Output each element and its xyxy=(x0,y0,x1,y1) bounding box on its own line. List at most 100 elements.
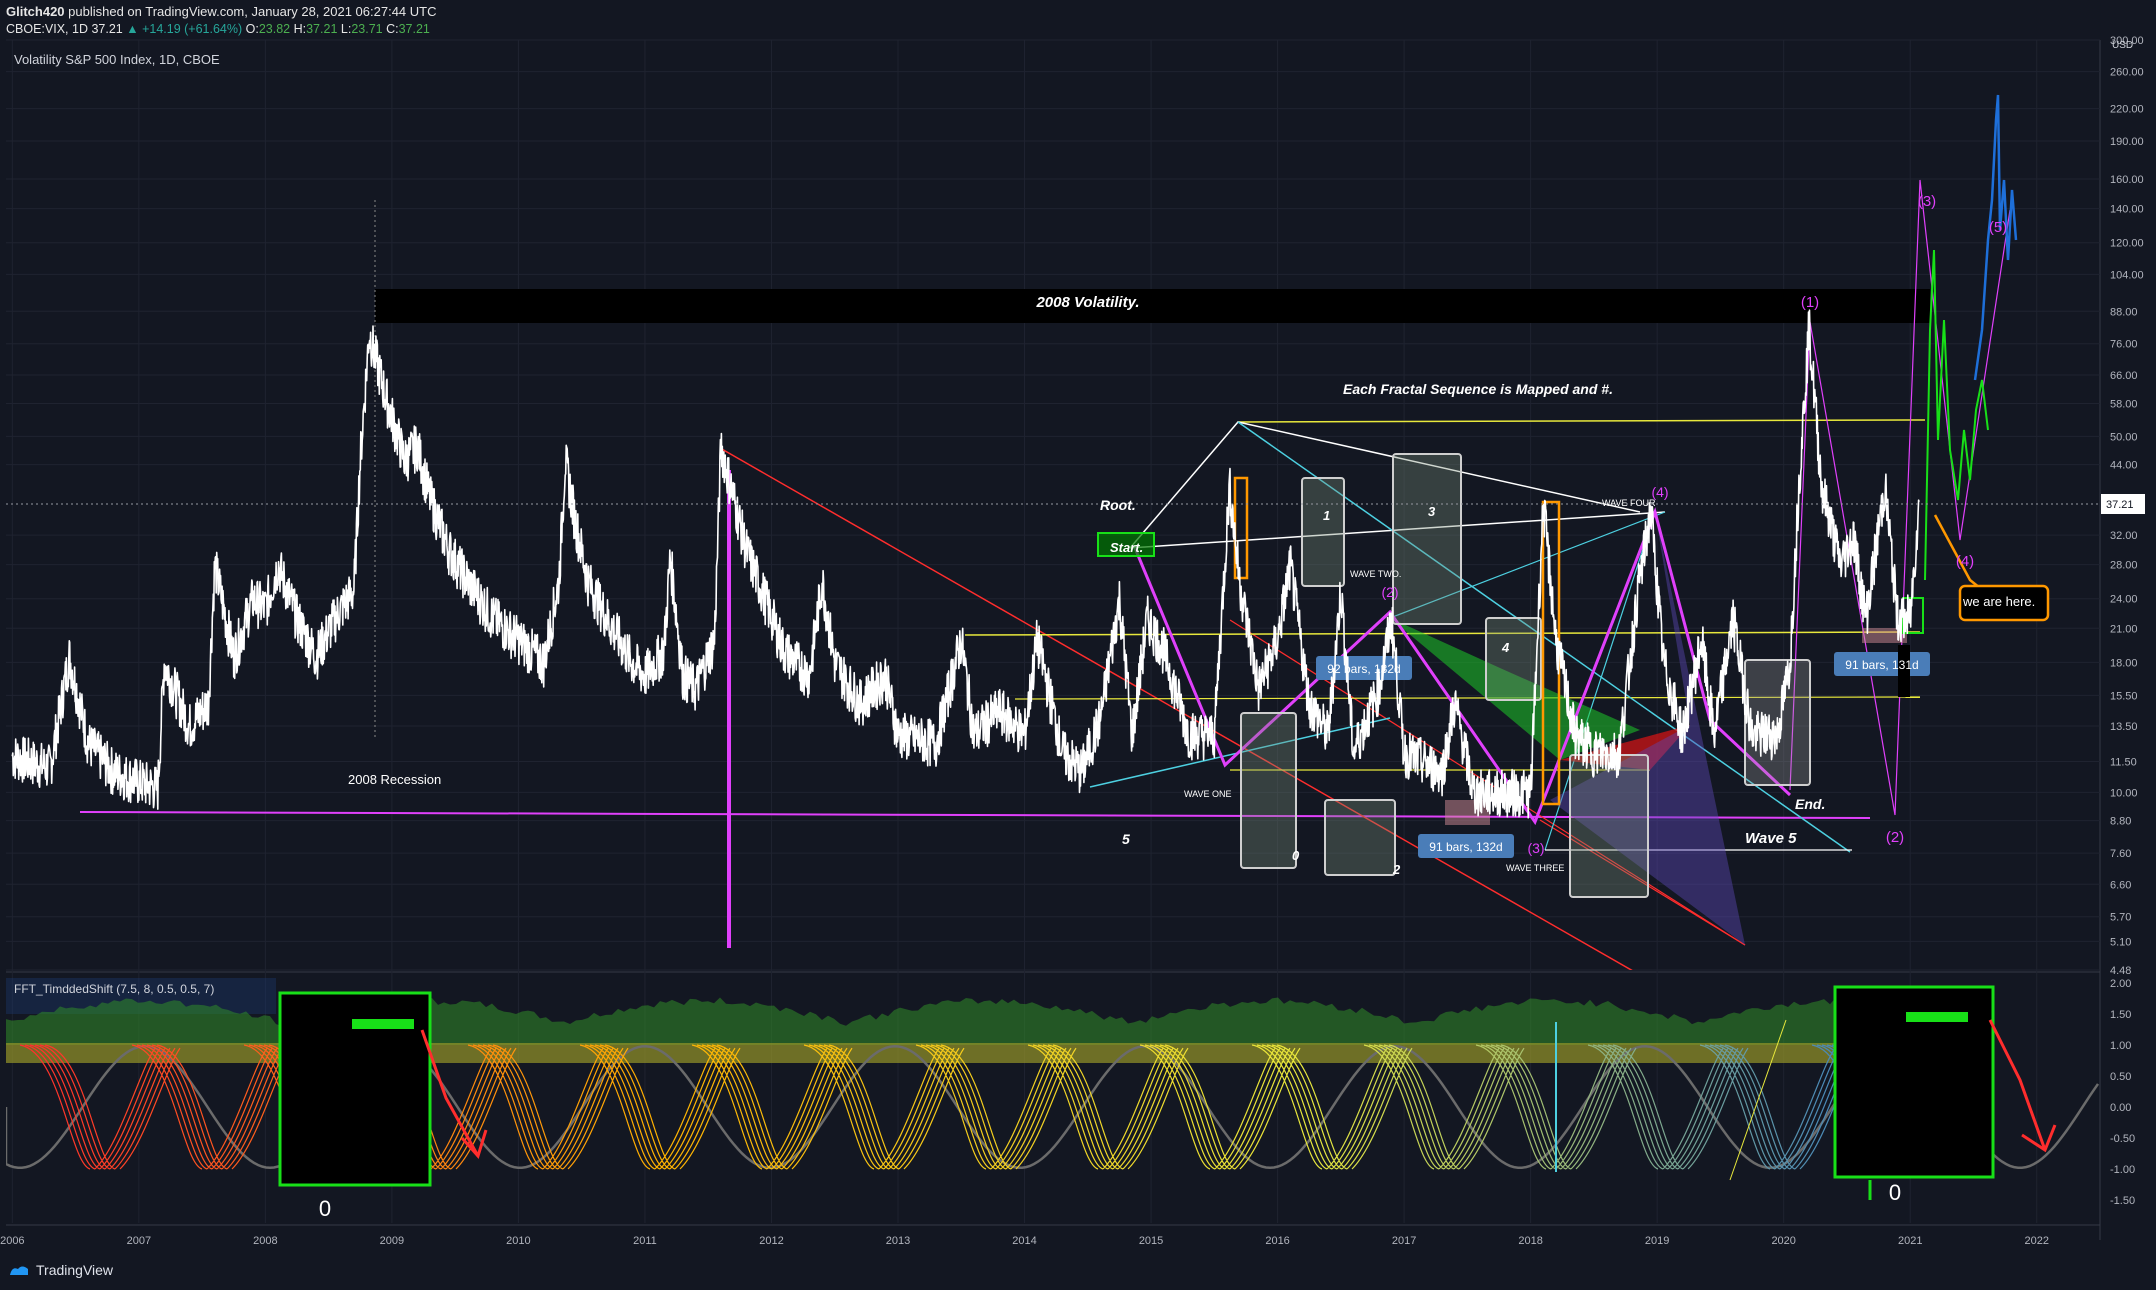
old-wave-4-label: (4) xyxy=(1651,484,1668,500)
indicator-tick-label: 0.00 xyxy=(2110,1102,2131,1114)
time-tick-label: 2016 xyxy=(1265,1235,1289,1247)
time-tick-label: 2008 xyxy=(253,1235,277,1247)
price-tick-label: 24.00 xyxy=(2110,594,2138,606)
price-tick-label: 15.50 xyxy=(2110,690,2138,702)
chart-svg[interactable]: 300.00260.00220.00190.00160.00140.00120.… xyxy=(0,0,2156,1290)
time-tick-label: 2019 xyxy=(1645,1235,1669,1247)
last-price-label: 37.21 xyxy=(2106,499,2134,511)
indicator-tick-label: 0.50 xyxy=(2110,1071,2131,1083)
wave-three-text: WAVE THREE xyxy=(1506,863,1564,873)
price-tick-label: 8.80 xyxy=(2110,816,2131,828)
price-tick-label: 160.00 xyxy=(2110,174,2144,186)
indicator-axis: 2.00 1.50 1.00 0.50 0.00 -0.50 -1.00 -1.50 xyxy=(2110,978,2135,1207)
indicator-bar-right xyxy=(1906,1012,1968,1022)
time-tick-label: 2006 xyxy=(0,1235,24,1247)
time-tick-label: 2022 xyxy=(2024,1235,2048,1247)
price-tick-label: 104.00 xyxy=(2110,269,2144,281)
price-tick-label: 5.10 xyxy=(2110,936,2131,948)
price-tick-label: 220.00 xyxy=(2110,104,2144,116)
volatility-banner xyxy=(375,289,1930,323)
here-text: we are here. xyxy=(1962,594,2035,609)
tradingview-logo-icon xyxy=(10,1266,28,1275)
price-tick-label: 58.00 xyxy=(2110,399,2138,411)
old-wave-3-label: (3) xyxy=(1527,840,1544,856)
price-tick-label: 10.00 xyxy=(2110,787,2138,799)
indicator-name: FFT_TimddedShift (7.5, 8, 0.5, 0.5, 7) xyxy=(14,982,214,996)
wave-5-label: (5) xyxy=(1989,219,2007,236)
subtitle-text: Each Fractal Sequence is Mapped and #. xyxy=(1343,381,1613,397)
price-tick-label: 7.60 xyxy=(2110,848,2131,860)
indicator-zero-right: 0 xyxy=(1889,1180,1901,1205)
price-tick-label: 260.00 xyxy=(2110,67,2144,79)
time-tick-label: 2013 xyxy=(886,1235,910,1247)
indicator-tick-label: -1.50 xyxy=(2110,1195,2135,1207)
price-tick-label: 18.00 xyxy=(2110,657,2138,669)
time-tick-label: 2009 xyxy=(380,1235,404,1247)
wave5-text: Wave 5 xyxy=(1745,830,1797,847)
indicator-bar-left xyxy=(352,1019,414,1029)
price-tick-label: 32.00 xyxy=(2110,530,2138,542)
indicator-zero-left: 0 xyxy=(319,1196,331,1221)
time-tick-label: 2014 xyxy=(1012,1235,1036,1247)
price-tick-label: 66.00 xyxy=(2110,370,2138,382)
fractal-box-wave3 xyxy=(1569,754,1649,898)
price-tick-label: 190.00 xyxy=(2110,136,2144,148)
price-tick-label: 140.00 xyxy=(2110,204,2144,216)
chart-title: Volatility S&P 500 Index, 1D, CBOE xyxy=(14,52,220,67)
time-tick-label: 2017 xyxy=(1392,1235,1416,1247)
wave-one-text: WAVE ONE xyxy=(1184,789,1232,799)
fractal-box-0 xyxy=(1240,712,1297,869)
time-tick-label: 2018 xyxy=(1518,1235,1542,1247)
time-tick-label: 2011 xyxy=(633,1235,657,1247)
time-tick-label: 2010 xyxy=(506,1235,530,1247)
brand-label: TradingView xyxy=(36,1262,114,1278)
price-tick-label: 28.00 xyxy=(2110,560,2138,572)
recession-text: 2008 Recession xyxy=(348,772,441,787)
time-axis: 2006 2007 2008 2009 2010 2011 2012 2013 2014 2015… xyxy=(0,1235,2049,1247)
end-text: End. xyxy=(1795,796,1825,812)
indicator-tick-label: 1.00 xyxy=(2110,1040,2131,1052)
fractal-box-2 xyxy=(1324,799,1396,876)
wave-four-text: WAVE FOUR xyxy=(1602,498,1656,508)
bars-label-a: 92 bars, 132d xyxy=(1327,662,1400,676)
box-4-label: 4 xyxy=(1501,640,1510,655)
time-tick-label: 2020 xyxy=(1771,1235,1795,1247)
wave-3-label: (3) xyxy=(1918,193,1936,210)
wave-4-label: (4) xyxy=(1956,553,1974,570)
tradingview-brand[interactable]: TradingView xyxy=(8,1262,113,1278)
indicator-tick-label: -0.50 xyxy=(2110,1133,2135,1145)
time-tick-label: 2021 xyxy=(1898,1235,1922,1247)
price-tick-label: 6.60 xyxy=(2110,879,2131,891)
root-text: Root. xyxy=(1100,497,1136,513)
price-tick-label: 5.70 xyxy=(2110,912,2131,924)
old-wave-2-label: (2) xyxy=(1381,584,1398,600)
price-tick-label: 88.00 xyxy=(2110,306,2138,318)
wave-1-label: (1) xyxy=(1801,294,1819,311)
price-tick-label: 120.00 xyxy=(2110,238,2144,250)
price-tick-label: 76.00 xyxy=(2110,339,2138,351)
indicator-tick-label: 1.50 xyxy=(2110,1009,2131,1021)
wave-2-label: (2) xyxy=(1886,829,1904,846)
price-tick-label: 44.00 xyxy=(2110,460,2138,472)
bars-label-b: 91 bars, 132d xyxy=(1429,840,1502,854)
wave-two-text: WAVE TWO. xyxy=(1350,569,1401,579)
banner-text: 2008 Volatility. xyxy=(1035,294,1139,311)
bars-label-c: 91 bars, 131d xyxy=(1845,658,1918,672)
time-tick-label: 2015 xyxy=(1139,1235,1163,1247)
fractal-box-3 xyxy=(1392,453,1462,625)
box-1-label: 1 xyxy=(1323,508,1330,523)
fractal-box-4 xyxy=(1485,617,1542,701)
box-2-label: 2 xyxy=(1392,862,1401,877)
time-tick-label: 2007 xyxy=(127,1235,151,1247)
indicator-tick-label: -1.00 xyxy=(2110,1164,2135,1176)
price-tick-label: 21.00 xyxy=(2110,623,2138,635)
time-tick-label: 2012 xyxy=(759,1235,783,1247)
indicator-tick-label: 2.00 xyxy=(2110,978,2131,990)
price-tick-label: 50.00 xyxy=(2110,431,2138,443)
box-0-label: 0 xyxy=(1292,848,1300,863)
five-label: 5 xyxy=(1122,831,1130,847)
price-tick-label: 11.50 xyxy=(2110,756,2137,768)
chart-frame: Glitch420 published on TradingView.com, … xyxy=(0,0,2156,1290)
box-3-label: 3 xyxy=(1428,504,1436,519)
currency-label: USD xyxy=(2112,40,2133,51)
